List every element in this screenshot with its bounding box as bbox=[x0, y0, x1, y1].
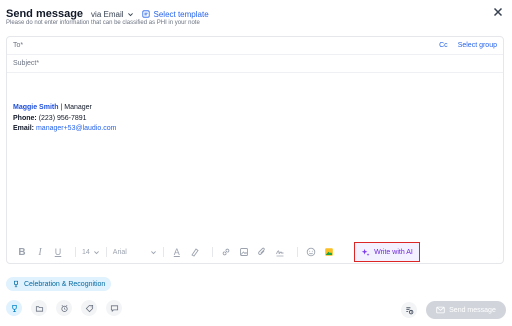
email-link[interactable]: manager+53@laudio.com bbox=[36, 125, 116, 132]
schedule-send-button[interactable] bbox=[401, 302, 417, 318]
select-template-button[interactable]: Select template bbox=[141, 9, 209, 19]
email-label: Email: bbox=[13, 125, 35, 132]
formatting-toolbar: B I U 14 Arial A bbox=[15, 244, 340, 260]
sparkle-icon bbox=[361, 248, 370, 256]
reminder-type-button[interactable] bbox=[56, 300, 72, 316]
send-message-button[interactable]: Send message bbox=[426, 301, 506, 319]
schedule-send-icon bbox=[405, 306, 413, 314]
font-size-value: 14 bbox=[82, 248, 90, 256]
folder-type-button[interactable] bbox=[31, 300, 47, 316]
signature-block[interactable]: Maggie Smith | Manager Phone: (223) 956-… bbox=[13, 103, 116, 135]
attachment-icon[interactable] bbox=[255, 245, 269, 259]
signature-icon[interactable] bbox=[273, 245, 287, 259]
close-icon[interactable] bbox=[492, 6, 504, 18]
folder-icon bbox=[35, 305, 43, 312]
cc-link[interactable]: Cc bbox=[439, 42, 448, 49]
toolbar-divider bbox=[296, 247, 298, 257]
font-size-select[interactable]: 14 bbox=[82, 249, 100, 256]
italic-icon[interactable]: I bbox=[33, 245, 47, 259]
select-template-label: Select template bbox=[153, 9, 209, 19]
to-label: To* bbox=[13, 42, 24, 49]
text-color-icon[interactable]: A bbox=[170, 245, 184, 259]
send-message-label: Send message bbox=[449, 306, 496, 314]
signature-name-line: Maggie Smith | Manager bbox=[13, 103, 116, 114]
chat-bubble-icon bbox=[110, 304, 118, 312]
select-group-link[interactable]: Select group bbox=[458, 42, 497, 49]
emoji-icon[interactable] bbox=[304, 245, 318, 259]
font-family-select[interactable]: Arial bbox=[113, 249, 157, 256]
trophy-icon bbox=[14, 280, 18, 288]
underline-icon[interactable]: U bbox=[51, 245, 65, 259]
phone-value: (223) 956-7891 bbox=[38, 114, 87, 122]
write-with-ai-button[interactable]: Write with AI bbox=[354, 242, 420, 262]
alarm-clock-icon bbox=[60, 304, 68, 312]
tag-chip-label: Celebration & Recognition bbox=[24, 280, 106, 288]
message-type-bar bbox=[6, 300, 122, 316]
to-field[interactable]: To* Cc Select group bbox=[7, 37, 503, 55]
phi-warning: Please do not enter information that can… bbox=[6, 20, 200, 26]
signature-name: Maggie Smith bbox=[13, 104, 59, 111]
trophy-icon bbox=[11, 304, 17, 312]
channel-dropdown-label: via Email bbox=[91, 9, 124, 19]
dialog-title: Send message bbox=[6, 8, 84, 20]
chevron-down-icon bbox=[127, 12, 133, 16]
tag-icon bbox=[85, 304, 93, 312]
toolbar-divider bbox=[162, 247, 164, 257]
toolbar-divider bbox=[105, 247, 107, 257]
message-composer: To* Cc Select group Subject* Maggie Smit… bbox=[6, 36, 504, 264]
tag-chip[interactable]: Celebration & Recognition bbox=[6, 277, 112, 291]
bold-icon[interactable]: B bbox=[15, 245, 29, 259]
signature-role: | Manager bbox=[60, 104, 92, 111]
chevron-down-icon bbox=[150, 250, 156, 254]
chat-type-button[interactable] bbox=[106, 300, 122, 316]
subject-label: Subject* bbox=[13, 60, 40, 67]
template-icon bbox=[141, 10, 150, 18]
link-icon[interactable] bbox=[219, 245, 233, 259]
write-with-ai-label: Write with AI bbox=[374, 248, 413, 256]
recognition-type-button[interactable] bbox=[6, 300, 22, 316]
chevron-down-icon bbox=[93, 250, 99, 254]
signature-phone-line: Phone: (223) 956-7891 bbox=[13, 114, 116, 125]
phone-label: Phone: bbox=[13, 114, 37, 122]
highlight-icon[interactable] bbox=[188, 245, 202, 259]
tag-type-button[interactable] bbox=[81, 300, 97, 316]
signature-email-line: Email: manager+53@laudio.com bbox=[13, 124, 116, 135]
font-family-value: Arial bbox=[112, 248, 127, 256]
envelope-icon bbox=[436, 306, 445, 314]
gif-image-icon[interactable] bbox=[322, 245, 336, 259]
image-icon[interactable] bbox=[237, 245, 251, 259]
channel-dropdown[interactable]: via Email bbox=[91, 10, 133, 19]
toolbar-divider bbox=[211, 247, 213, 257]
toolbar-divider bbox=[75, 247, 76, 257]
subject-field[interactable]: Subject* bbox=[7, 55, 503, 73]
